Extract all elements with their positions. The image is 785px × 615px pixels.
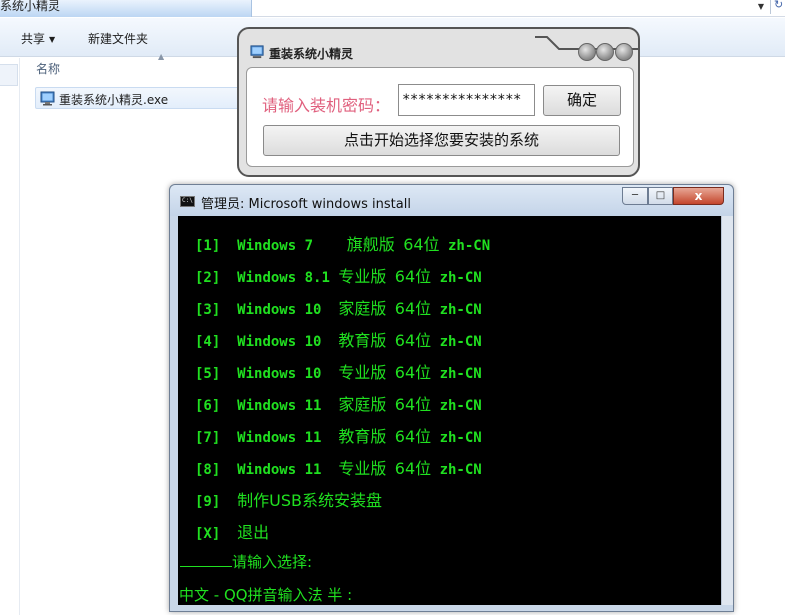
refresh-icon[interactable]: ↻ bbox=[774, 0, 783, 11]
chevron-down-icon[interactable]: ▼ bbox=[754, 0, 768, 14]
minimize-button[interactable]: ─ bbox=[622, 187, 648, 205]
console-output[interactable]: [1] Windows 7 旗舰版 64位 zh-CN [2] Windows … bbox=[178, 216, 721, 605]
column-header-name[interactable]: 名称 bbox=[36, 60, 60, 77]
start-select-system-button[interactable]: 点击开始选择您要安装的系统 bbox=[263, 125, 620, 156]
installer-exe-icon bbox=[40, 91, 55, 106]
caret-down-icon: ▼ bbox=[49, 35, 56, 44]
menu-option-1: [1] Windows 7 旗舰版 64位 zh-CN bbox=[195, 235, 491, 254]
address-text: 系统小精灵 bbox=[0, 0, 61, 13]
menu-option-exit: [X] 退出 bbox=[195, 523, 270, 542]
dialog-title: 重装系统小精灵 bbox=[269, 47, 354, 61]
installer-dialog: 重装系统小精灵 请输入装机密码： *************** 确定 点击开始… bbox=[237, 27, 640, 177]
console-window: C:\ 管理员: Microsoft windows install ─ □ x… bbox=[169, 184, 734, 612]
menu-option-7: [7] Windows 11 教育版 64位 zh-CN bbox=[195, 427, 482, 446]
menu-option-3: [3] Windows 10 家庭版 64位 zh-CN bbox=[195, 299, 482, 318]
file-item[interactable]: 重装系统小精灵.exe bbox=[35, 87, 250, 109]
password-label: 请输入装机密码： bbox=[262, 96, 391, 115]
address-separator bbox=[770, 0, 771, 14]
cmd-icon: C:\ bbox=[180, 196, 195, 207]
console-titlebar[interactable]: C:\ 管理员: Microsoft windows install ─ □ x bbox=[170, 185, 733, 216]
confirm-button[interactable]: 确定 bbox=[543, 85, 621, 116]
new-folder-button[interactable]: 新建文件夹 bbox=[88, 30, 148, 47]
navigation-pane bbox=[0, 58, 20, 615]
sort-arrow-icon: ▲ bbox=[158, 52, 165, 61]
password-input[interactable]: *************** bbox=[398, 84, 535, 116]
nav-selected-item[interactable] bbox=[0, 64, 18, 86]
menu-option-5: [5] Windows 10 专业版 64位 zh-CN bbox=[195, 363, 482, 382]
address-field[interactable]: 系统小精灵 bbox=[0, 0, 252, 17]
console-scrollbar[interactable] bbox=[721, 216, 733, 605]
dialog-body: 请输入装机密码： *************** 确定 点击开始选择您要安装的系… bbox=[246, 67, 634, 167]
menu-option-2: [2] Windows 8.1 专业版 64位 zh-CN bbox=[195, 267, 482, 286]
address-bar[interactable]: 系统小精灵 ▼ ↻ bbox=[0, 0, 785, 17]
menu-option-8: [8] Windows 11 专业版 64位 zh-CN bbox=[195, 459, 482, 478]
ime-status-bar: 中文 - QQ拼音输入法 半 : bbox=[179, 586, 353, 604]
close-button[interactable]: x bbox=[673, 187, 724, 205]
menu-option-6: [6] Windows 11 家庭版 64位 zh-CN bbox=[195, 395, 482, 414]
file-name: 重装系统小精灵.exe bbox=[59, 93, 169, 107]
prompt-underline bbox=[180, 566, 232, 567]
share-label: 共享 bbox=[21, 32, 46, 46]
input-prompt[interactable]: 请输入选择: bbox=[180, 551, 312, 572]
console-title: 管理员: Microsoft windows install bbox=[201, 197, 411, 212]
window-dot-3-icon[interactable] bbox=[615, 43, 633, 61]
window-dot-1-icon[interactable] bbox=[578, 43, 596, 61]
menu-option-4: [4] Windows 10 教育版 64位 zh-CN bbox=[195, 331, 482, 350]
installer-app-icon bbox=[250, 45, 264, 59]
share-menu[interactable]: 共享 ▼ bbox=[21, 30, 55, 47]
window-dot-2-icon[interactable] bbox=[596, 43, 614, 61]
maximize-button[interactable]: □ bbox=[648, 187, 673, 205]
menu-option-usb: [9] 制作USB系统安装盘 bbox=[195, 491, 383, 510]
